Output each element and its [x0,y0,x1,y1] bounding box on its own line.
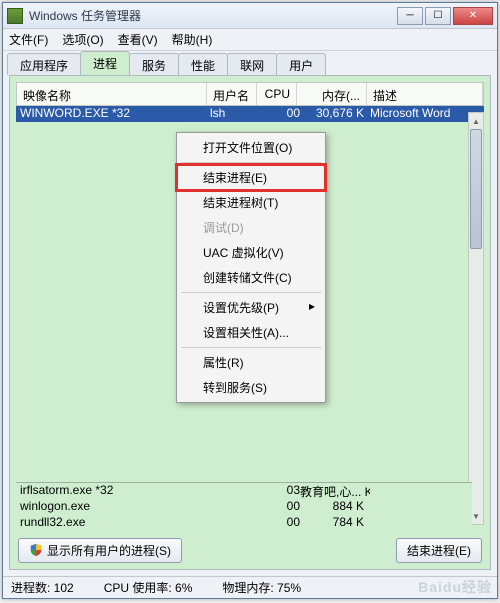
show-all-users-button[interactable]: 显示所有用户的进程(S) [18,538,182,563]
process-row-selected[interactable]: WINWORD.EXE *32 lsh 00 30,676 K Microsof… [16,106,484,122]
status-process-count: 进程数: 102 [11,579,74,596]
ctx-uac-virtualization[interactable]: UAC 虚拟化(V) [177,240,325,265]
tab-performance[interactable]: 性能 [178,53,228,75]
minimize-button[interactable]: ─ [397,7,423,25]
col-header-description[interactable]: 描述 [367,83,483,105]
status-memory-usage: 物理内存: 75% [222,579,301,596]
show-all-label: 显示所有用户的进程(S) [47,542,171,559]
bottom-process-rows: irflsatorm.exe *32 03 教育吧,心... K winlogo… [16,482,472,531]
proc-user: lsh [210,106,260,122]
column-headers: 映像名称 用户名 CPU 内存(... 描述 [16,82,484,106]
ctx-separator [181,162,321,163]
shield-icon [29,543,43,557]
ctx-separator [181,292,321,293]
titlebar[interactable]: Windows 任务管理器 ─ ☐ ✕ [3,3,497,29]
scroll-up-arrow[interactable]: ▲ [469,113,483,129]
process-row[interactable]: irflsatorm.exe *32 03 教育吧,心... K [16,483,472,499]
chevron-right-icon: ▸ [309,299,315,313]
tab-services[interactable]: 服务 [129,53,179,75]
tab-network[interactable]: 联网 [227,53,277,75]
action-buttons-row: 显示所有用户的进程(S) 结束进程(E) [16,533,484,563]
tab-users[interactable]: 用户 [276,53,326,75]
context-menu: 打开文件位置(O) 结束进程(E) 结束进程树(T) 调试(D) UAC 虚拟化… [176,132,326,403]
process-row[interactable]: winlogon.exe 00 884 K [16,499,472,515]
window-controls: ─ ☐ ✕ [397,7,493,25]
close-button[interactable]: ✕ [453,7,493,25]
tab-applications[interactable]: 应用程序 [7,53,81,75]
col-header-name[interactable]: 映像名称 [17,83,207,105]
end-process-button[interactable]: 结束进程(E) [396,538,482,563]
statusbar: 进程数: 102 CPU 使用率: 6% 物理内存: 75% [3,576,497,598]
col-header-memory[interactable]: 内存(... [297,83,367,105]
proc-desc: Microsoft Word [370,106,480,122]
tab-processes[interactable]: 进程 [80,51,130,75]
ctx-set-affinity[interactable]: 设置相关性(A)... [177,320,325,345]
ctx-debug: 调试(D) [177,215,325,240]
col-header-cpu[interactable]: CPU [257,83,297,105]
menu-view[interactable]: 查看(V) [118,31,158,48]
tab-strip: 应用程序 进程 服务 性能 联网 用户 [3,51,497,75]
ctx-properties[interactable]: 属性(R) [177,350,325,375]
app-icon [7,8,23,24]
end-process-label: 结束进程(E) [407,542,471,559]
ctx-set-priority[interactable]: 设置优先级(P)▸ [177,295,325,320]
vertical-scrollbar[interactable]: ▲ ▼ [468,112,484,525]
col-header-user[interactable]: 用户名 [207,83,257,105]
ctx-end-process[interactable]: 结束进程(E) [177,165,325,190]
maximize-button[interactable]: ☐ [425,7,451,25]
process-row[interactable]: rundll32.exe 00 784 K [16,515,472,531]
ctx-goto-service[interactable]: 转到服务(S) [177,375,325,400]
ctx-create-dump[interactable]: 创建转储文件(C) [177,265,325,290]
proc-name: WINWORD.EXE *32 [20,106,210,122]
proc-mem: 30,676 K [300,106,370,122]
window-title: Windows 任务管理器 [29,7,397,24]
ctx-end-process-tree[interactable]: 结束进程树(T) [177,190,325,215]
scroll-thumb[interactable] [470,129,482,249]
menu-file[interactable]: 文件(F) [9,31,48,48]
status-cpu-usage: CPU 使用率: 6% [104,579,193,596]
ctx-separator [181,347,321,348]
ctx-open-file-location[interactable]: 打开文件位置(O) [177,135,325,160]
menu-help[interactable]: 帮助(H) [172,31,213,48]
menubar: 文件(F) 选项(O) 查看(V) 帮助(H) [3,29,497,51]
menu-options[interactable]: 选项(O) [62,31,103,48]
proc-cpu: 00 [260,106,300,122]
